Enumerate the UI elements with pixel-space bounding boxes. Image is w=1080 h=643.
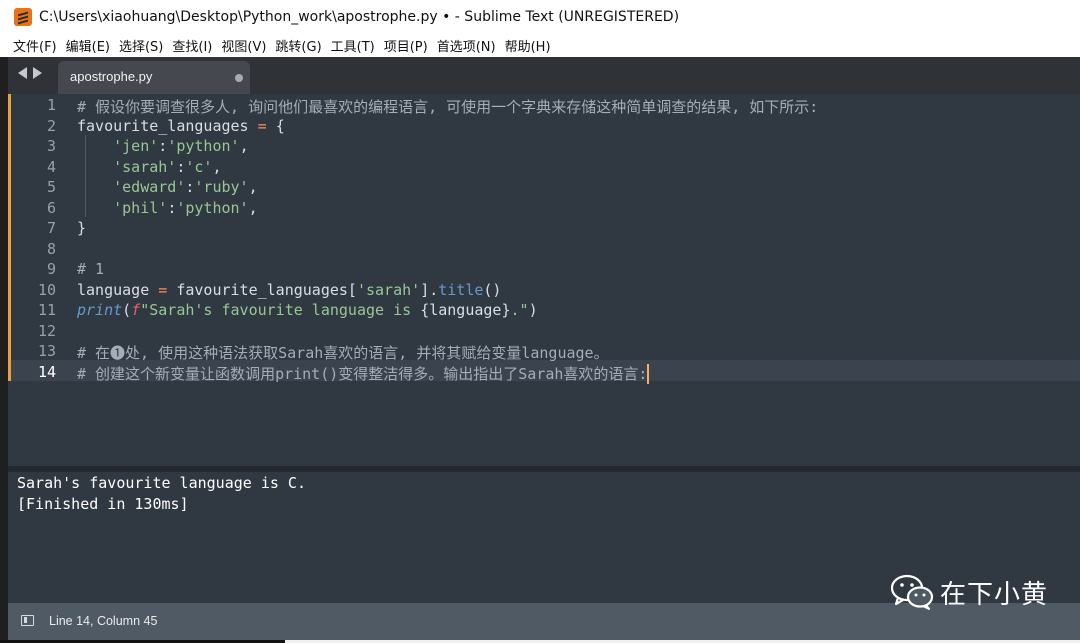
method-name: title xyxy=(438,280,484,299)
string: 'sarah' xyxy=(356,280,421,299)
string: 'sarah' xyxy=(113,157,177,176)
watermark: 在下小黄 xyxy=(890,573,1048,611)
menu-view[interactable]: 视图(V) xyxy=(221,36,266,55)
menu-bar: 文件(F) 编辑(E) 选择(S) 查找(I) 视图(V) 跳转(G) 工具(T… xyxy=(0,33,1080,57)
string: 'ruby' xyxy=(194,178,249,196)
code-line-1: # 假设你要调查很多人, 询问他们最喜欢的编程语言, 可使用一个字典来存储这种简… xyxy=(77,96,818,117)
toggle-panel-icon[interactable] xyxy=(21,615,34,626)
wechat-icon xyxy=(890,574,934,610)
comment: # 创建这个新变量让函数调用print()变得整洁得多。输出指出了Sarah喜欢… xyxy=(77,364,648,383)
string: 'c' xyxy=(185,157,213,176)
code-editor[interactable]: 1 2 3 4 5 6 7 8 9 10 11 12 13 14 # 假设你要调… xyxy=(8,94,1080,466)
line-number: 2 xyxy=(46,116,56,135)
cursor-position[interactable]: Line 14, Column 45 xyxy=(49,614,157,628)
unsaved-dot-icon[interactable] xyxy=(235,74,243,82)
code-line-7: } xyxy=(77,219,86,237)
comment: # 1 xyxy=(77,260,105,278)
line-number: 12 xyxy=(37,321,56,340)
output-line: Sarah's favourite language is C. xyxy=(17,474,306,492)
string: 'phil' xyxy=(113,198,168,217)
menu-tools[interactable]: 工具(T) xyxy=(331,36,375,55)
line-number: 1 xyxy=(46,96,56,114)
string: 'jen' xyxy=(113,137,159,155)
operator: = xyxy=(257,116,267,135)
punctuation: () xyxy=(483,280,502,299)
line-number: 5 xyxy=(46,178,56,196)
fstring-prefix: f xyxy=(131,301,141,319)
arrow-left-icon[interactable] xyxy=(18,67,27,79)
line-number: 3 xyxy=(46,137,56,155)
fstring-expression: {language} xyxy=(420,301,511,319)
string: "Sarah's favourite language is xyxy=(140,301,421,319)
brace: } xyxy=(77,219,87,237)
tab-bar: apostrophe.py xyxy=(8,57,1080,94)
menu-file[interactable]: 文件(F) xyxy=(13,36,57,55)
comment: # 在❶处, 使用这种语法获取Sarah喜欢的语言, 并将其赋给变量langua… xyxy=(77,344,609,362)
line-number: 9 xyxy=(46,260,56,278)
title-bar: C:\Users\xiaohuang\Desktop\Python_work\a… xyxy=(0,0,1080,33)
tab-navigation xyxy=(18,67,42,79)
menu-selection[interactable]: 选择(S) xyxy=(119,36,163,55)
line-number: 10 xyxy=(37,280,56,299)
menu-goto[interactable]: 跳转(G) xyxy=(275,36,321,55)
line-number: 7 xyxy=(46,219,56,237)
line-number: 11 xyxy=(37,301,56,319)
tab-label: apostrophe.py xyxy=(70,69,153,84)
sublime-text-icon xyxy=(14,7,32,26)
identifier: language xyxy=(77,280,150,299)
code-line-14: # 创建这个新变量让函数调用print()变得整洁得多。输出指出了Sarah喜欢… xyxy=(77,363,650,384)
string: 'edward' xyxy=(113,178,186,196)
menu-project[interactable]: 项目(P) xyxy=(384,36,428,55)
punctuation: ) xyxy=(528,301,538,319)
text-cursor xyxy=(647,364,650,384)
code-line-9: # 1 xyxy=(77,260,104,278)
menu-help[interactable]: 帮助(H) xyxy=(505,36,551,55)
line-gutter: 1 2 3 4 5 6 7 8 9 10 11 12 13 14 xyxy=(8,94,66,466)
code-line-3: 'jen':'python', xyxy=(113,137,249,155)
string: 'python' xyxy=(167,137,240,155)
output-line: [Finished in 130ms] xyxy=(17,494,189,513)
code-line-11: print(f"Sarah's favourite language is {l… xyxy=(77,301,538,319)
comment: # 假设你要调查很多人, 询问他们最喜欢的编程语言, 可使用一个字典来存储这种简… xyxy=(77,98,819,116)
code-line-10: language = favourite_languages['sarah'].… xyxy=(77,281,501,299)
code-line-6: 'phil':'python', xyxy=(113,198,258,217)
brace: { xyxy=(275,116,285,135)
code-line-5: 'edward':'ruby', xyxy=(113,178,258,196)
code-line-4: 'sarah':'c', xyxy=(113,157,222,176)
line-number: 13 xyxy=(37,342,56,360)
menu-preferences[interactable]: 首选项(N) xyxy=(437,36,496,55)
arrow-right-icon[interactable] xyxy=(33,67,42,79)
menu-edit[interactable]: 编辑(E) xyxy=(66,36,110,55)
punctuation: ]. xyxy=(420,280,439,299)
window-title: C:\Users\xiaohuang\Desktop\Python_work\a… xyxy=(39,8,680,25)
line-number: 4 xyxy=(46,157,56,176)
builtin-function: print xyxy=(77,301,123,319)
identifier: favourite_languages xyxy=(77,116,249,135)
line-number: 8 xyxy=(46,239,56,258)
string: ." xyxy=(510,301,529,319)
code-line-2: favourite_languages = { xyxy=(77,117,285,135)
line-number: 6 xyxy=(46,198,56,217)
tab-apostrophe-py[interactable]: apostrophe.py xyxy=(58,61,250,94)
code-line-13: # 在❶处, 使用这种语法获取Sarah喜欢的语言, 并将其赋给变量langua… xyxy=(77,342,609,363)
string: 'python' xyxy=(176,198,249,217)
line-number-current: 14 xyxy=(37,362,56,381)
operator: = xyxy=(158,280,168,299)
identifier: favourite_languages[ xyxy=(176,280,357,299)
menu-find[interactable]: 查找(I) xyxy=(172,36,212,55)
watermark-text: 在下小黄 xyxy=(940,579,1049,610)
